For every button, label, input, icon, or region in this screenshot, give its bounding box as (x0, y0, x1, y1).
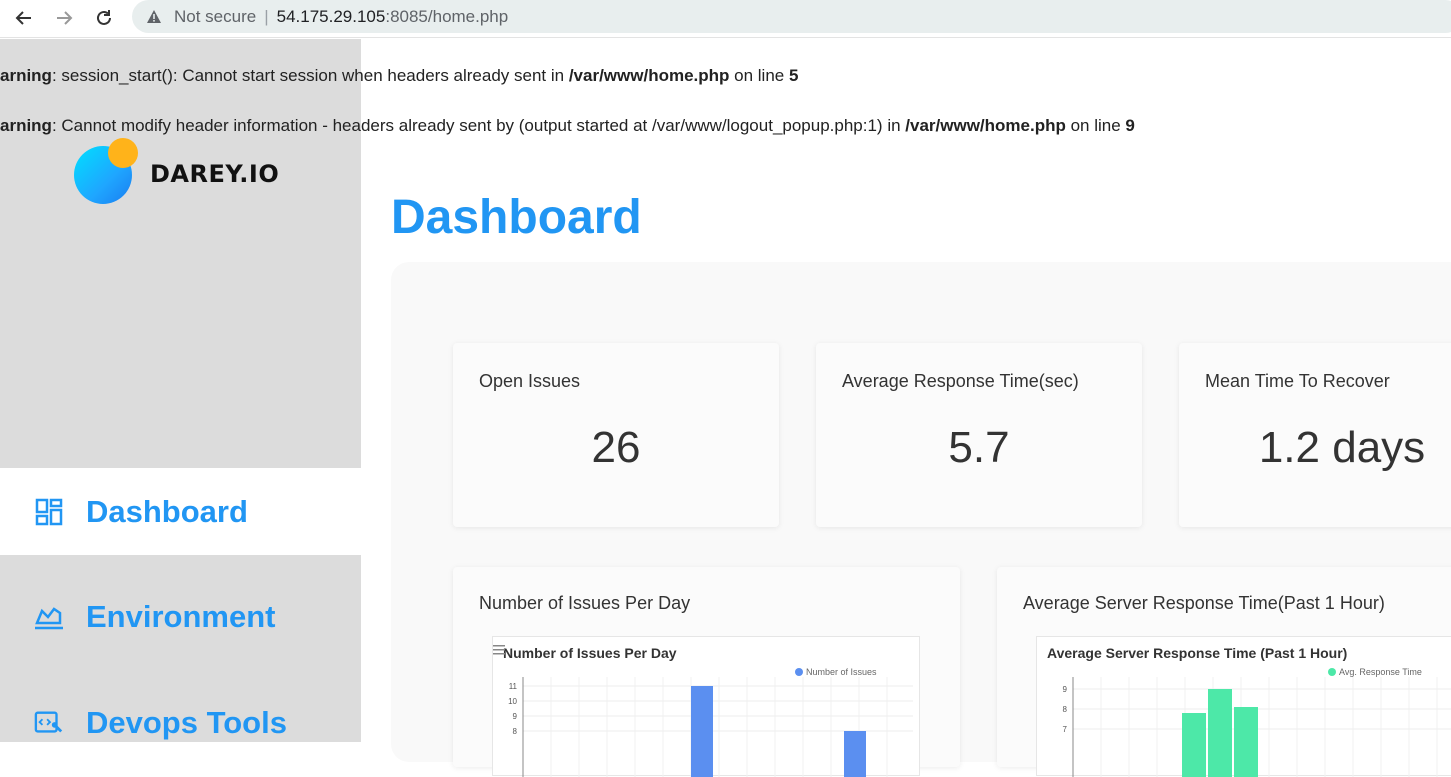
warning-path: /var/www/home.php (905, 116, 1066, 135)
browser-toolbar: Not secure | 54.175.29.105:8085/home.php (0, 0, 1451, 38)
chart-bar (1234, 707, 1258, 777)
legend-label: Avg. Response Time (1339, 667, 1422, 677)
chart-title: Average Server Response Time (Past 1 Hou… (1047, 645, 1348, 661)
sidebar-item-label: Dashboard (86, 493, 248, 529)
chart-legend[interactable]: Avg. Response Time (1328, 667, 1422, 677)
sidebar-item-environment[interactable]: Environment (0, 573, 361, 660)
chart-legend[interactable]: Number of Issues (795, 667, 877, 677)
address-bar[interactable]: Not secure | 54.175.29.105:8085/home.php (132, 0, 1451, 33)
stat-title: Average Response Time(sec) (842, 371, 1079, 391)
area-chart-icon (34, 602, 64, 632)
chart-card-title: Number of Issues Per Day (479, 593, 691, 613)
code-tools-icon (34, 708, 64, 738)
response-chart: 9 8 7 Average Server Response Time (Past 1… (1036, 636, 1451, 777)
y-tick-label: 8 (513, 727, 518, 736)
stat-title: Mean Time To Recover (1205, 371, 1390, 391)
warning-path: /var/www/home.php (568, 66, 730, 85)
y-tick-label: 7 (1063, 725, 1068, 734)
security-label: Not secure (174, 6, 257, 26)
stat-card-mttr: Mean Time To Recover 1.2 days (1179, 343, 1451, 527)
hamburger-menu-icon[interactable] (493, 645, 505, 655)
logo-sun (108, 138, 138, 168)
stat-title: Open Issues (479, 371, 581, 391)
reload-button[interactable] (92, 6, 116, 30)
chart-card-response: Average Server Response Time(Past 1 Hour… (997, 567, 1451, 777)
logo-text: DAREY.IO (150, 160, 280, 188)
legend-dot (795, 668, 803, 676)
warning-line: 9 (1125, 116, 1135, 135)
warning-prefix: arning (0, 116, 52, 135)
address-separator: | (264, 6, 269, 26)
legend-label: Number of Issues (806, 667, 877, 677)
chart-title: Number of Issues Per Day (503, 645, 677, 661)
url-host: 54.175.29.105 (276, 6, 386, 26)
dashboard-icon (34, 497, 64, 527)
warning-prefix: arning (0, 66, 52, 85)
stat-value: 5.7 (948, 423, 1010, 472)
warning-triangle-icon (147, 9, 161, 23)
sidebar-item-label: Devops Tools (86, 704, 287, 740)
stat-value: 1.2 days (1258, 423, 1426, 472)
legend-dot (1328, 668, 1336, 676)
chart-card-issues: Number of Issues Per Day 11 10 9 8 Number o… (453, 567, 960, 777)
sidebar-item-dashboard[interactable]: Dashboard (0, 468, 361, 555)
y-tick-label: 10 (508, 697, 517, 706)
darey-logo[interactable]: DAREY.IO (74, 138, 294, 208)
stat-value: 26 (591, 423, 641, 472)
chart-card-title: Average Server Response Time(Past 1 Hour… (1023, 593, 1385, 613)
chart-bar (844, 731, 866, 777)
warning-text: on line (1065, 116, 1126, 135)
stat-card-avg-response: Average Response Time(sec) 5.7 (816, 343, 1142, 527)
y-tick-label: 8 (1063, 705, 1068, 714)
sidebar-item-devops-tools[interactable]: Devops Tools (0, 679, 361, 766)
page-title: Dashboard (391, 191, 642, 244)
forward-button[interactable] (52, 6, 76, 30)
y-tick-label: 9 (1063, 685, 1068, 694)
arrow-right-icon (57, 11, 73, 25)
php-warning-1: arning: session_start(): Cannot start se… (0, 66, 798, 86)
php-warning-2: arning: Cannot modify header information… (0, 116, 1135, 136)
arrow-left-icon (15, 11, 31, 25)
url-path: :8085/home.php (385, 6, 509, 26)
warning-text: on line (729, 66, 789, 85)
warning-text: : session_start(): Cannot start session … (51, 66, 569, 85)
chart-bar (1182, 713, 1206, 777)
back-button[interactable] (12, 6, 36, 30)
y-tick-label: 9 (513, 712, 518, 721)
stat-card-open-issues: Open Issues 26 (453, 343, 779, 527)
warning-line: 5 (788, 66, 799, 85)
chart-bar (691, 686, 713, 777)
issues-chart: 11 10 9 8 Number of Issues Per Day Number o… (492, 636, 920, 777)
sidebar-item-label: Environment (86, 598, 276, 634)
reload-icon (97, 10, 111, 25)
warning-text: : Cannot modify header information - hea… (51, 116, 906, 135)
y-tick-label: 11 (509, 682, 518, 691)
chart-bar (1208, 689, 1232, 777)
